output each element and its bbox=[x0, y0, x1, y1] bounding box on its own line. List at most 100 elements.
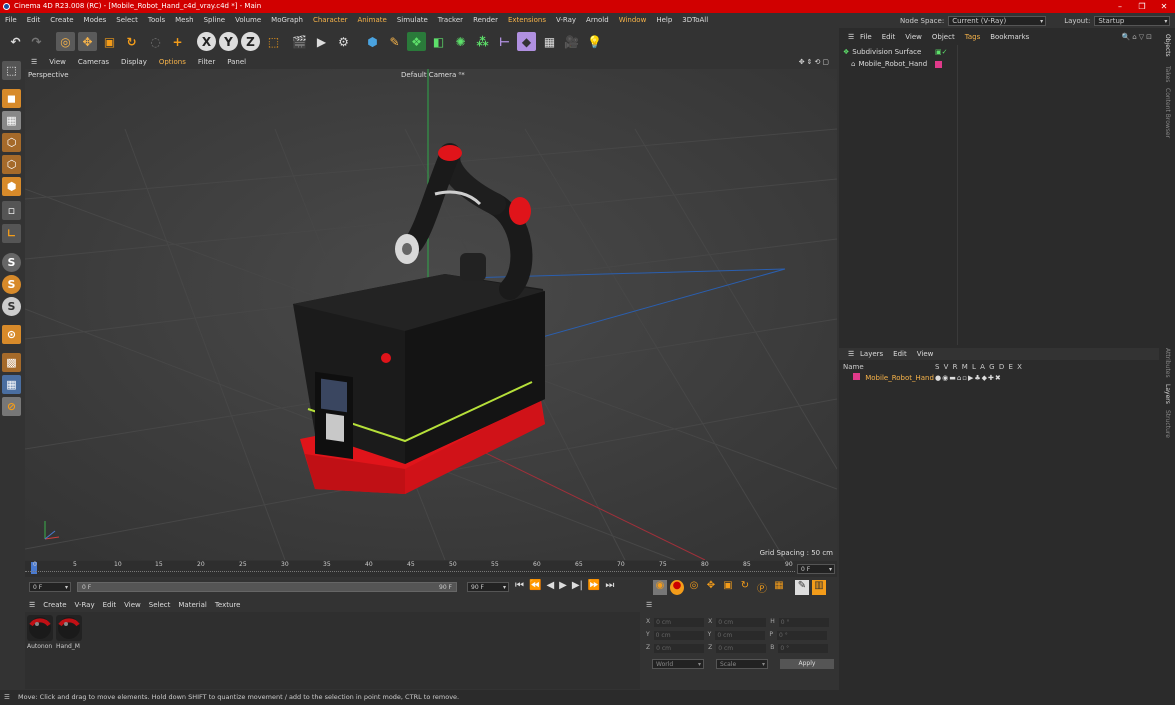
tab-objects[interactable]: Objects bbox=[1164, 34, 1171, 57]
key-move-icon[interactable]: ✥ bbox=[704, 580, 718, 595]
coord-field[interactable]: 0 ° bbox=[778, 618, 829, 627]
motion-icon[interactable]: ✎ bbox=[795, 580, 809, 595]
redo-icon[interactable]: ↷ bbox=[27, 32, 46, 51]
coord-system-icon[interactable]: ⬚ bbox=[264, 32, 283, 51]
tab-takes[interactable]: Takes bbox=[1164, 66, 1171, 82]
go-start-icon[interactable]: ⏮ bbox=[515, 580, 524, 591]
menu-3dtoall[interactable]: 3DToAll bbox=[677, 14, 713, 27]
quantize-icon[interactable]: S bbox=[2, 297, 21, 316]
lock-icon[interactable]: ⊘ bbox=[2, 397, 21, 416]
restore-icon[interactable]: ❐ bbox=[1131, 0, 1153, 13]
object-name[interactable]: Subdivision Surface bbox=[852, 47, 921, 58]
viewport[interactable]: Perspective Default Camera ⁰* Grid Spaci… bbox=[25, 69, 837, 560]
edge-mode-icon[interactable]: ⬡ bbox=[2, 155, 21, 174]
search-icon[interactable]: 🔍⌂▽⊡ bbox=[1117, 31, 1159, 44]
menu-spline[interactable]: Spline bbox=[199, 14, 231, 27]
key-rotate-icon[interactable]: ↻ bbox=[738, 580, 752, 595]
object-row[interactable]: ❖ Subdivision Surface ▣✓ bbox=[843, 47, 947, 58]
menu-tools[interactable]: Tools bbox=[143, 14, 170, 27]
mat-menu-select[interactable]: Select bbox=[145, 599, 175, 611]
menu-extensions[interactable]: Extensions bbox=[503, 14, 551, 27]
bend-icon[interactable]: ⊢ bbox=[495, 32, 514, 51]
tab-attributes[interactable]: Attributes bbox=[1164, 348, 1171, 378]
axis-mode-icon[interactable]: ▫ bbox=[2, 201, 21, 220]
checker-icon[interactable]: ▦ bbox=[2, 375, 21, 394]
tab-layers[interactable]: Layers bbox=[1164, 384, 1171, 404]
make-editable-icon[interactable]: ⬚ bbox=[2, 61, 21, 80]
subdivision-icon[interactable]: ❖ bbox=[407, 32, 426, 51]
mat-menu-material[interactable]: Material bbox=[174, 599, 210, 611]
next-key-icon[interactable]: ⏩ bbox=[588, 580, 600, 591]
hamburger-icon[interactable]: ☰ bbox=[843, 31, 859, 44]
render-view-icon[interactable]: ▶ bbox=[312, 32, 331, 51]
current-frame-field[interactable]: 0 F bbox=[797, 564, 835, 574]
texture-mode-icon[interactable]: ▦ bbox=[2, 111, 21, 130]
menu-modes[interactable]: Modes bbox=[79, 14, 112, 27]
render-region-icon[interactable]: 🎬 bbox=[290, 32, 309, 51]
model-mode-icon[interactable]: ◼ bbox=[2, 89, 21, 108]
object-row[interactable]: ⌂ Mobile_Robot_Hand bbox=[851, 59, 942, 70]
menu-edit[interactable]: Edit bbox=[22, 14, 46, 27]
menu-select[interactable]: Select bbox=[111, 14, 143, 27]
object-name[interactable]: Mobile_Robot_Hand bbox=[858, 59, 927, 70]
light-icon[interactable]: 💡 bbox=[585, 32, 604, 51]
key-param-icon[interactable]: Ⓟ bbox=[755, 580, 769, 595]
undo-icon[interactable]: ↶ bbox=[6, 32, 25, 51]
workplane-icon[interactable]: ∟ bbox=[2, 224, 21, 243]
obj-menu-view[interactable]: View bbox=[900, 31, 927, 44]
menu-help[interactable]: Help bbox=[651, 14, 677, 27]
vp-menu-panel[interactable]: Panel bbox=[221, 56, 252, 68]
x-axis-icon[interactable]: X bbox=[197, 32, 216, 51]
layer-color-tag[interactable] bbox=[935, 61, 942, 68]
vp-menu-cameras[interactable]: Cameras bbox=[72, 56, 115, 68]
coord-field[interactable]: 0 cm bbox=[716, 618, 767, 627]
menu-tracker[interactable]: Tracker bbox=[433, 14, 468, 27]
prev-frame-icon[interactable]: ◀ bbox=[546, 580, 554, 591]
hamburger-icon[interactable]: ☰ bbox=[843, 348, 859, 360]
menu-mograph[interactable]: MoGraph bbox=[266, 14, 308, 27]
material-swatch[interactable] bbox=[27, 615, 53, 641]
coord-field[interactable]: 0 cm bbox=[716, 644, 767, 653]
menu-simulate[interactable]: Simulate bbox=[392, 14, 433, 27]
hamburger-icon[interactable]: ☰ bbox=[25, 56, 43, 68]
timeline-ruler[interactable]: 0 5 10 15 20 25 30 35 40 45 50 55 60 65 … bbox=[25, 561, 837, 577]
select-tool-icon[interactable]: ◎ bbox=[56, 32, 75, 51]
timeline-window-icon[interactable]: ▥ bbox=[812, 580, 826, 595]
coord-mode-dropdown[interactable]: World bbox=[652, 659, 704, 669]
recent-tool-icon[interactable]: ◌ bbox=[146, 32, 165, 51]
render-settings-icon[interactable]: ⚙ bbox=[334, 32, 353, 51]
layer-flags-icons[interactable]: ●◉▬⌂▫▶♣◆✚✖ bbox=[935, 373, 1002, 384]
mat-menu-edit[interactable]: Edit bbox=[99, 599, 121, 611]
menu-mesh[interactable]: Mesh bbox=[170, 14, 198, 27]
coord-field[interactable]: 0 cm bbox=[654, 618, 705, 627]
coord-field[interactable]: 0 ° bbox=[778, 644, 829, 653]
layer-menu-layers[interactable]: Layers bbox=[855, 348, 888, 360]
close-icon[interactable]: ✕ bbox=[1153, 0, 1175, 13]
next-frame-icon[interactable]: ▶| bbox=[572, 580, 583, 591]
end-frame-field[interactable]: 90 F bbox=[467, 582, 509, 592]
apply-button[interactable]: Apply bbox=[780, 659, 834, 669]
snap-settings-icon[interactable]: S bbox=[2, 275, 21, 294]
point-mode-icon[interactable]: ⬡ bbox=[2, 133, 21, 152]
key-pla-icon[interactable]: ▦ bbox=[772, 580, 786, 595]
layer-color-swatch[interactable] bbox=[853, 373, 860, 380]
obj-menu-edit[interactable]: Edit bbox=[877, 31, 901, 44]
camera-icon[interactable]: 🎥 bbox=[562, 32, 581, 51]
autokey-icon[interactable]: ● bbox=[670, 580, 684, 595]
key-scale-icon[interactable]: ▣ bbox=[721, 580, 735, 595]
move-tool-icon[interactable]: ✥ bbox=[78, 32, 97, 51]
grid-icon[interactable]: ▩ bbox=[2, 353, 21, 372]
layer-menu-edit[interactable]: Edit bbox=[888, 348, 912, 360]
node-space-dropdown[interactable]: Current (V-Ray) bbox=[948, 15, 1047, 26]
status-menu-icon[interactable]: ☰ bbox=[4, 690, 10, 705]
vp-menu-options[interactable]: Options bbox=[153, 56, 192, 68]
menu-animate[interactable]: Animate bbox=[353, 14, 392, 27]
coord-field[interactable]: 0 cm bbox=[653, 631, 704, 640]
floor-icon[interactable]: ▦ bbox=[540, 32, 559, 51]
start-frame-field[interactable]: 0 F bbox=[29, 582, 71, 592]
menu-character[interactable]: Character bbox=[308, 14, 353, 27]
layer-row[interactable]: Mobile_Robot_Hand ●◉▬⌂▫▶♣◆✚✖ bbox=[839, 373, 1159, 384]
hamburger-icon[interactable]: ☰ bbox=[25, 599, 39, 611]
menu-file[interactable]: File bbox=[0, 14, 22, 27]
obj-menu-bookmarks[interactable]: Bookmarks bbox=[985, 31, 1034, 44]
